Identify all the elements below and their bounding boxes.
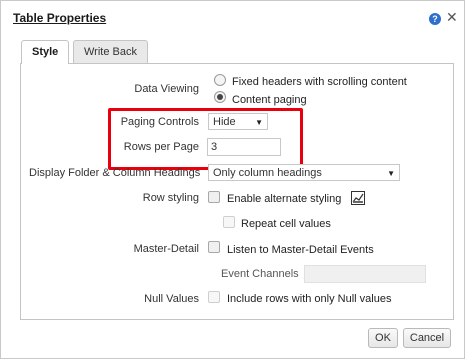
help-icon[interactable]: ? [429,13,441,25]
master-detail-option-label: Listen to Master-Detail Events [227,244,374,256]
repeat-cell-values-checkbox[interactable] [223,216,235,228]
highlight-box [108,108,303,170]
master-detail-label: Master-Detail [133,243,199,255]
data-viewing-label: Data Viewing [134,83,199,95]
event-channels-input[interactable] [304,265,426,283]
event-channels-label: Event Channels [221,268,299,280]
radio-content-paging[interactable] [214,91,226,103]
row-styling-label: Row styling [142,192,199,204]
radio-content-paging-label: Content paging [232,94,307,106]
radio-fixed-headers[interactable] [214,74,226,86]
dialog-title: Table Properties [13,11,107,25]
close-icon[interactable]: ✕ [446,9,458,26]
tab-write-back[interactable]: Write Back [73,40,148,63]
chevron-down-icon: ▼ [387,169,395,178]
null-values-checkbox[interactable] [208,291,220,303]
display-folder-value: Only column headings [213,167,322,179]
null-values-option-label: Include rows with only Null values [227,293,392,305]
repeat-cell-values-label: Repeat cell values [241,218,331,230]
table-properties-dialog: Table Properties ? ✕ Style Write Back Da… [0,0,465,359]
tab-style[interactable]: Style [21,40,70,64]
display-folder-label: Display Folder & Column Headings [29,167,201,179]
format-style-glyph [352,193,364,203]
alternate-styling-label: Enable alternate styling [227,193,342,205]
radio-fixed-headers-label: Fixed headers with scrolling content [232,76,407,88]
format-style-icon[interactable] [351,191,365,205]
null-values-label: Null Values [144,293,199,305]
cancel-button[interactable]: Cancel [403,328,451,348]
display-folder-select[interactable]: Only column headings ▼ [208,164,400,181]
master-detail-checkbox[interactable] [208,241,220,253]
ok-button[interactable]: OK [368,328,398,348]
alternate-styling-checkbox[interactable] [208,191,220,203]
